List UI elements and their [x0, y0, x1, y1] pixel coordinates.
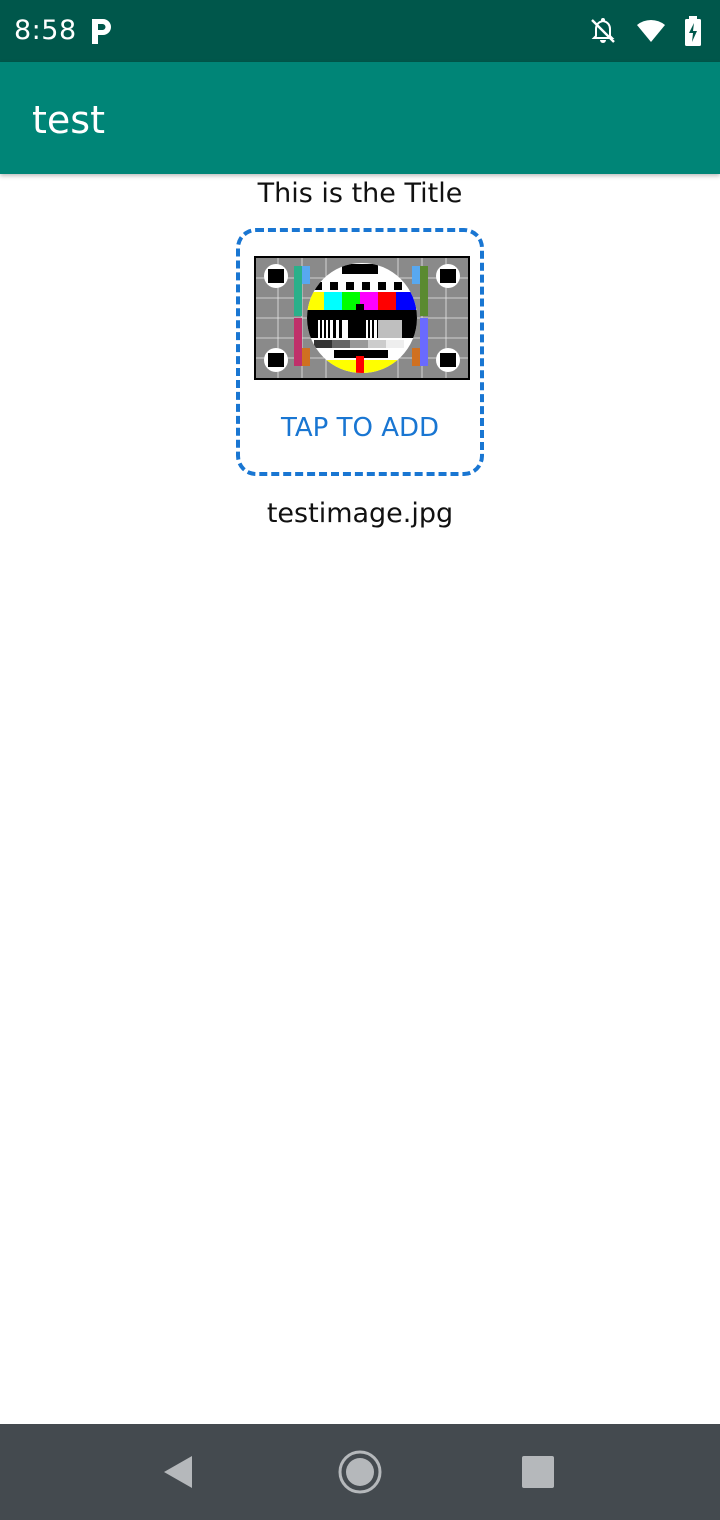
tap-to-add-image-zone[interactable]: TAP TO ADD — [236, 228, 484, 476]
wifi-icon — [637, 19, 665, 42]
filename-label: testimage.jpg — [266, 498, 454, 529]
home-icon[interactable] — [336, 1448, 384, 1496]
app-bar: test — [0, 62, 720, 174]
status-icons — [588, 14, 702, 48]
tap-to-add-label: TAP TO ADD — [280, 413, 440, 443]
parking-icon — [92, 19, 111, 44]
notifications-off-icon — [591, 18, 615, 43]
test-pattern-image — [254, 256, 470, 380]
battery-charging-icon — [685, 16, 701, 46]
back-icon[interactable] — [156, 1448, 204, 1496]
status-time: 8:58 — [14, 15, 77, 46]
navigation-bar — [0, 1424, 720, 1520]
content-title: This is the Title — [257, 178, 463, 209]
status-bar: 8:58 — [0, 0, 720, 62]
app-title: test — [32, 98, 105, 142]
recents-icon[interactable] — [514, 1448, 562, 1496]
